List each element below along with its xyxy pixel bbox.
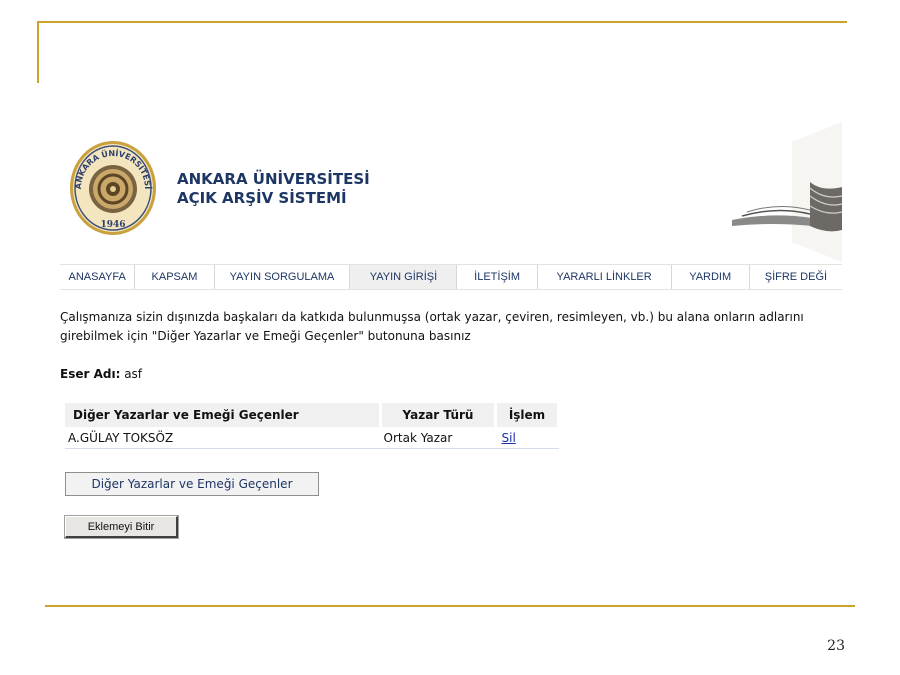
table-header-row: Diğer Yazarlar ve Emeği Geçenler Yazar T… xyxy=(65,403,560,427)
finish-adding-button[interactable]: Eklemeyi Bitir xyxy=(64,515,179,539)
page-number: 23 xyxy=(827,638,845,654)
main-navigation: ANASAYFA KAPSAM YAYIN SORGULAMA YAYIN Gİ… xyxy=(60,264,842,290)
nav-item-sifre-degistir[interactable]: ŞİFRE DEĞİ xyxy=(750,265,842,289)
screenshot: ANKARA ÜNİVERSİTESİ 1946 ANKARA ÜNİVERSİ… xyxy=(60,122,842,562)
work-name: Eser Adı: asf xyxy=(60,367,142,381)
contributor-name: A.GÜLAY TOKSÖZ xyxy=(65,427,381,449)
nav-item-anasayfa[interactable]: ANASAYFA xyxy=(60,265,136,289)
header-contributors: Diğer Yazarlar ve Emeği Geçenler xyxy=(65,403,382,427)
archive-name: AÇIK ARŞİV SİSTEMİ xyxy=(177,189,347,207)
slide-frame-bottom xyxy=(45,605,855,607)
slide-frame-left xyxy=(37,21,39,83)
instructions-text: Çalışmanıza sizin dışınızda başkaları da… xyxy=(60,308,842,346)
university-name: ANKARA ÜNİVERSİTESİ xyxy=(177,170,370,188)
site-title: ANKARA ÜNİVERSİTESİ AÇIK ARŞİV SİSTEMİ xyxy=(177,170,370,208)
site-header: ANKARA ÜNİVERSİTESİ 1946 ANKARA ÜNİVERSİ… xyxy=(60,122,842,262)
nav-item-yararli-linkler[interactable]: YARARLI LİNKLER xyxy=(538,265,672,289)
instructions-line-1: Çalışmanıza sizin dışınızda başkaları da… xyxy=(60,310,804,324)
page-content: Çalışmanıza sizin dışınızda başkaları da… xyxy=(60,308,842,539)
header-action: İşlem xyxy=(495,403,560,427)
nav-item-yayin-sorgulama[interactable]: YAYIN SORGULAMA xyxy=(215,265,351,289)
open-book-image xyxy=(722,122,842,262)
logo-year: 1946 xyxy=(100,220,125,230)
instructions-line-2: girebilmek için "Diğer Yazarlar ve Emeği… xyxy=(60,329,471,343)
contributors-table: Diğer Yazarlar ve Emeği Geçenler Yazar T… xyxy=(65,403,560,449)
university-seal-logo: ANKARA ÜNİVERSİTESİ 1946 xyxy=(70,141,156,235)
nav-item-yardim[interactable]: YARDIM xyxy=(672,265,750,289)
delete-link[interactable]: Sil xyxy=(502,431,516,445)
work-name-value: asf xyxy=(124,367,143,381)
nav-item-yayin-girisi[interactable]: YAYIN GİRİŞİ xyxy=(350,265,458,289)
add-contributors-button[interactable]: Diğer Yazarlar ve Emeği Geçenler xyxy=(65,472,319,496)
table-row: A.GÜLAY TOKSÖZ Ortak Yazar Sil xyxy=(65,427,559,449)
contributor-type: Ortak Yazar xyxy=(380,427,496,449)
header-author-type: Yazar Türü xyxy=(380,403,497,427)
nav-item-iletisim[interactable]: İLETİŞİM xyxy=(457,265,538,289)
nav-item-kapsam[interactable]: KAPSAM xyxy=(135,265,215,289)
work-name-label: Eser Adı: xyxy=(60,367,121,381)
slide-frame-top xyxy=(37,21,847,23)
